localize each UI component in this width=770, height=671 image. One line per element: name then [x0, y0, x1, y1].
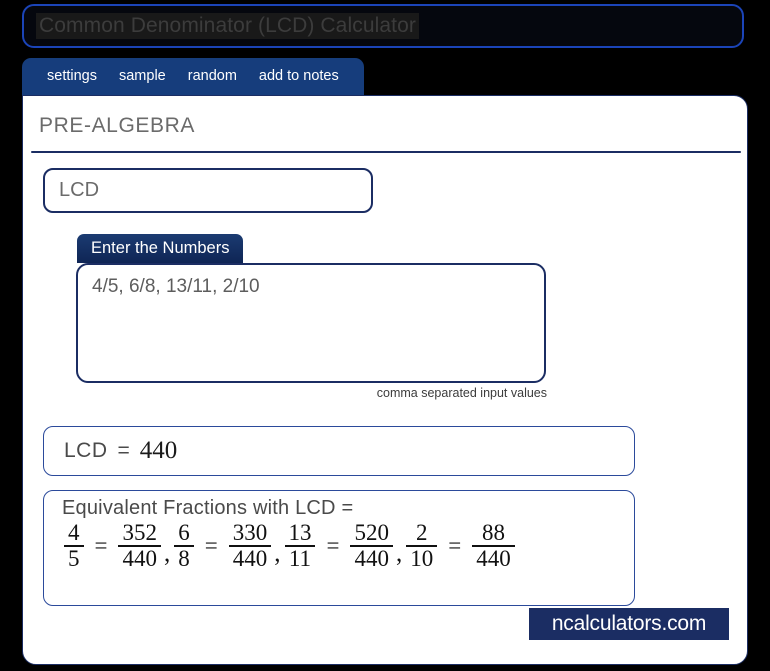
fraction-denominator: 440 — [472, 544, 515, 571]
calculator-panel: PRE-ALGEBRA LCD Enter the Numbers comma … — [22, 95, 748, 665]
equals-sign-1: = — [94, 532, 108, 558]
fraction-equivalent-2: 330 440 — [228, 520, 272, 571]
fraction-denominator: 11 — [284, 544, 316, 571]
nav-item-sample[interactable]: sample — [108, 58, 177, 95]
calculator-type-value: LCD — [59, 179, 100, 201]
fraction-numerator: 330 — [232, 520, 268, 545]
fraction-numerator: 352 — [122, 520, 157, 545]
fraction-denominator: 5 — [64, 544, 84, 571]
equivalent-fractions-box: Equivalent Fractions with LCD = 4 5 = 35… — [43, 490, 635, 606]
separator-3: , — [395, 540, 403, 568]
fraction-denominator: 10 — [406, 544, 438, 571]
window-title: Common Denominator (LCD) Calculator — [36, 13, 419, 39]
fraction-original-3: 13 11 — [284, 520, 316, 571]
calculator-type-select[interactable]: LCD — [43, 168, 373, 213]
page-title: PRE-ALGEBRA — [39, 114, 195, 137]
nav-item-settings[interactable]: settings — [36, 58, 108, 95]
fraction-original-2: 6 8 — [174, 521, 194, 570]
equivalent-fractions-row: 4 5 = 352 440 , 6 8 = 330 440 , 13 11 = … — [62, 521, 634, 570]
result-box: LCD = 440 — [43, 426, 635, 476]
fraction-equivalent-3: 520 440 — [350, 521, 393, 570]
fraction-numerator: 2 — [415, 520, 428, 545]
fraction-numerator: 88 — [481, 520, 505, 545]
fraction-denominator: 440 — [228, 544, 272, 571]
toolbar-nav: settings sample random add to notes — [22, 58, 364, 95]
separator-1: , — [163, 540, 171, 568]
equals-sign-4: = — [448, 532, 462, 558]
nav-item-add-to-notes[interactable]: add to notes — [248, 58, 350, 95]
nav-item-random[interactable]: random — [177, 58, 248, 95]
equals-sign-2: = — [204, 532, 218, 558]
fraction-denominator: 8 — [174, 544, 194, 571]
fraction-numerator: 4 — [68, 520, 80, 545]
fraction-equivalent-1: 352 440 — [118, 521, 161, 570]
result-label: LCD — [64, 439, 108, 462]
numbers-input-label-text: Enter the Numbers — [91, 239, 230, 257]
numbers-input[interactable] — [76, 263, 546, 383]
site-brand-logo: ncalculators.com — [529, 608, 729, 640]
fraction-denominator: 440 — [118, 544, 161, 571]
window-title-bar: Common Denominator (LCD) Calculator — [22, 4, 744, 48]
numbers-input-label: Enter the Numbers — [77, 234, 244, 263]
equals-sign-3: = — [326, 532, 340, 558]
fraction-denominator: 440 — [350, 544, 393, 571]
numbers-input-hint: comma separated input values — [376, 386, 547, 400]
fraction-numerator: 6 — [178, 520, 190, 545]
fraction-numerator: 13 — [288, 520, 312, 545]
header-divider — [31, 151, 741, 153]
fraction-numerator: 520 — [354, 520, 389, 545]
fraction-equivalent-4: 88 440 — [472, 521, 515, 570]
result-equals-sign: = — [117, 439, 130, 462]
equivalent-fractions-title: Equivalent Fractions with LCD = — [62, 497, 354, 519]
result-value: 440 — [139, 437, 178, 464]
fraction-original-1: 4 5 — [64, 521, 84, 570]
fraction-original-4: 2 10 — [406, 520, 438, 571]
separator-2: , — [274, 540, 281, 568]
